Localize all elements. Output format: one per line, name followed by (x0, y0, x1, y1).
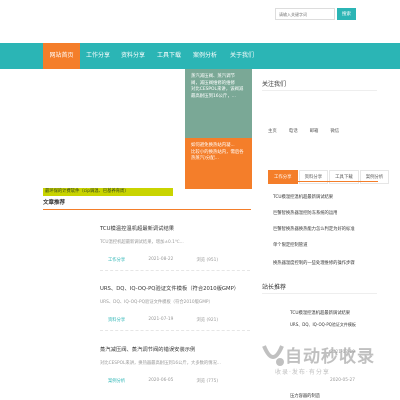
article-desc: URS、DQ、IQ-OQ-PQ验证文件模板（符合2010版GMP） (100, 300, 213, 305)
article-views: 浏览 (921) (196, 318, 218, 323)
watermark-text: 自动秒收录 (285, 347, 375, 367)
watermark: 自动秒收录 收录·发布·有分享 (260, 340, 395, 388)
marquee-banner[interactable]: 最环保的计费软件（cip调温、巴基养育周） (43, 188, 173, 196)
article-meta: 资料分享 2021-07-19 浏览 (921) (108, 317, 218, 323)
sidebar-list-item[interactable]: 巨蟹智换热器换热能力怎么判定为好的标准 (273, 226, 355, 232)
slide-1-line: 最高耐压到16公斤，... (191, 93, 236, 99)
article-date: 2021-07-19 (148, 317, 174, 322)
article-item[interactable]: 蒸汽减压阀、蒸汽调节阀的错误安装示例 对比CESPOL来讲，换热器最高耐压到16… (100, 345, 250, 384)
contact-links: 主页 电话 邮箱 微信 (268, 128, 339, 134)
slide-1-line: 对比CESPOL来讲，该阀减 (191, 87, 244, 93)
watermark-subtext: 收录·发布·有分享 (275, 369, 330, 376)
article-meta: 案例分析 2020-06-05 浏览 (775) (108, 378, 218, 384)
article-item[interactable]: URS、DQ、IQ-OQ-PQ验证文件模板（符合2010版GMP） URS、DQ… (100, 284, 250, 323)
nav-item-tools[interactable]: 工具下载 (153, 43, 185, 69)
featured-slide-1[interactable]: 蒸汽减压阀、蒸汽调节 阀，减压阀维修的维修 对比CESPOL来讲，该阀减 最高耐… (185, 69, 252, 138)
slide-2-line: 如何避免换热站内凝... (191, 143, 235, 148)
article-title[interactable]: URS、DQ、IQ-OQ-PQ验证文件模板（符合2010版GMP） (100, 284, 250, 292)
article-category[interactable]: 资料分享 (108, 317, 125, 323)
search-input[interactable] (275, 8, 335, 20)
recommend-item[interactable]: URS、DQ、IQ-OQ-PQ验证文件模板 (290, 322, 356, 328)
nav-item-about[interactable]: 关于我们 (226, 43, 258, 69)
divider (262, 90, 377, 91)
article-title[interactable]: 蒸汽减压阀、蒸汽调节阀的错误安装示例 (100, 345, 250, 353)
watermark-logo-icon (262, 345, 284, 366)
article-date: 2020-06-05 (148, 378, 174, 383)
nav-item-work[interactable]: 工作分享 (82, 43, 114, 69)
article-views: 浏览 (775) (196, 379, 218, 384)
nav-item-home[interactable]: 网站首页 (43, 43, 80, 69)
sidebar-list-item[interactable]: 换热器温度控制的一些处理维修的操作步骤 (273, 260, 355, 266)
sidebar-list-item[interactable]: 单个限定控制管道 (273, 242, 307, 248)
article-meta: 工作分享 2021-08-22 浏览 (951) (108, 257, 218, 263)
sidebar-about-title: 关注我们 (262, 81, 287, 88)
article-category[interactable]: 工作分享 (108, 257, 125, 263)
divider (268, 181, 378, 182)
search-button[interactable]: 搜索 (337, 8, 356, 20)
contact-wechat[interactable]: 微信 (330, 128, 339, 134)
divider (100, 330, 250, 331)
section-title: 文章推荐 (43, 198, 251, 210)
nav-item-docs[interactable]: 资料分享 (117, 43, 149, 69)
contact-home[interactable]: 主页 (268, 128, 277, 134)
article-item[interactable]: TCU模温控温机超最新调试结果 TCU温控机超最新调试结果，增加±0.1℃...… (100, 224, 250, 263)
nav-item-cases[interactable]: 案例分析 (189, 43, 221, 69)
slide-2-line: 热蒸汽)分配... (191, 156, 219, 162)
featured-slide-2[interactable]: 如何避免换热站内凝... 比较小的换热站内，需后各 热蒸汽)分配... (185, 138, 252, 189)
sidebar-list-item[interactable]: TCU模温控温机超最新调试结果 (273, 194, 333, 200)
sidebar-list-item[interactable]: 巨蟹智换热器温控防冻系统的运用 (273, 210, 337, 216)
divider (100, 270, 250, 271)
main-nav: 网站首页 工作分享 资料分享 工具下载 案例分析 关于我们 (0, 43, 400, 69)
recommend-item[interactable]: 压力容器的制造 (290, 393, 320, 399)
article-title[interactable]: TCU模温控温机超最新调试结果 (100, 224, 250, 232)
sidebar-recommend-title: 站长推荐 (262, 284, 287, 291)
article-views: 浏览 (951) (196, 258, 218, 263)
contact-phone[interactable]: 电话 (289, 128, 298, 134)
article-desc: 对比CESPOL来讲，换热器最高耐压到16公斤，大多数的情况... (100, 361, 221, 366)
divider (262, 293, 377, 294)
article-date: 2021-08-22 (148, 257, 174, 262)
search-bar: 搜索 (275, 8, 356, 20)
article-category[interactable]: 案例分析 (108, 378, 125, 384)
recommend-item[interactable]: TCU模温控温机超最新调试结果 (290, 310, 350, 316)
contact-email[interactable]: 邮箱 (310, 128, 319, 134)
article-desc: TCU温控机超最新调试结果，增加±0.1℃... (100, 240, 184, 245)
slide-1-line: 蒸汽减压阀、蒸汽调节 (191, 74, 235, 79)
